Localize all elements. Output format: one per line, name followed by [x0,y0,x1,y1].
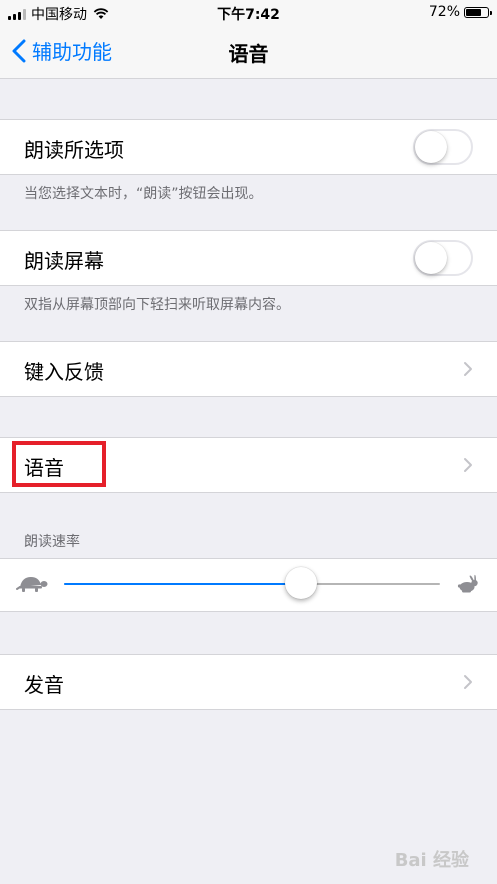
speak-selection-row: 朗读所选项 [0,120,497,174]
pronunciations-group: 发音 [0,654,497,710]
slider-fill [64,583,301,585]
battery-percent: 72% [428,4,460,20]
status-time: 下午7:42 [217,7,280,23]
speak-screen-label: 朗读屏幕 [24,249,104,273]
turtle-icon [16,577,48,592]
speak-selection-toggle[interactable] [413,129,473,165]
navigation-bar: 辅助功能 语音 [0,26,497,79]
battery-fill [466,8,482,16]
speak-screen-row: 朗读屏幕 [0,231,497,285]
chevron-right-icon [464,362,472,376]
speaking-rate-slider[interactable] [64,567,440,599]
speak-screen-toggle[interactable] [413,240,473,276]
battery-icon [464,6,492,18]
typing-feedback-row[interactable]: 键入反馈 [0,342,497,396]
speak-screen-group: 朗读屏幕 [0,230,497,286]
toggle-knob [415,131,447,163]
page-title: 语音 [228,42,269,66]
slider-thumb[interactable] [284,567,317,599]
status-bar: 中国移动 下午7:42 72% [0,0,497,26]
typing-feedback-group: 键入反馈 [0,341,497,397]
speaking-rate-header: 朗读速率 [24,534,80,550]
highlight-annotation-box [12,441,106,487]
typing-feedback-label: 键入反馈 [24,360,104,384]
chevron-right-icon [464,675,472,689]
speaking-rate-row [0,559,497,611]
chevron-right-icon [464,458,472,472]
pronunciations-label: 发音 [24,673,64,697]
speak-selection-footnote: 当您选择文本时，“朗读”按钮会出现。 [24,186,263,202]
pronunciations-row[interactable]: 发音 [0,655,497,709]
hare-icon [457,574,478,593]
speak-selection-group: 朗读所选项 [0,119,497,175]
speak-selection-label: 朗读所选项 [24,138,124,162]
speak-screen-footnote: 双指从屏幕顶部向下轻扫来听取屏幕内容。 [24,297,290,313]
baidu-watermark: Bai 经验 [394,850,469,871]
toggle-knob [415,242,447,274]
status-right: 72% [428,4,492,20]
speaking-rate-group [0,558,497,612]
